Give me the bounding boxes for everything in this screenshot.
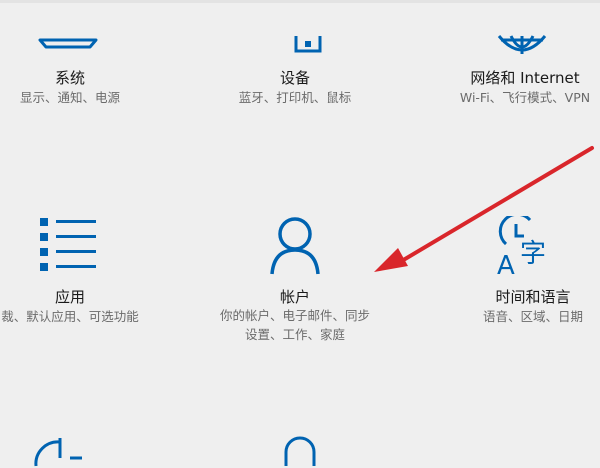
apps-list-icon — [38, 216, 98, 272]
svg-text:A: A — [497, 251, 515, 278]
keyboard-device-icon — [293, 34, 323, 54]
tile-apps[interactable]: 应用 裁、默认应用、可选功能 — [0, 210, 160, 324]
tile-accounts[interactable]: 帐户 你的帐户、电子邮件、同步 设置、工作、家庭 — [200, 210, 390, 350]
tile-description: 显示、通知、电源 — [19, 90, 120, 105]
tile-title: 网络和 Internet — [470, 69, 580, 87]
tile-description: Wi-Fi、飞行模式、VPN — [459, 90, 591, 105]
tile-title: 帐户 — [279, 288, 310, 306]
settings-home: 系统 显示、通知、电源 设备 蓝牙、打印机、鼠标 网络和 Internet Wi… — [0, 0, 600, 467]
tile-update-security[interactable] — [20, 430, 100, 467]
tile-network[interactable]: 网络和 Internet Wi-Fi、飞行模式、VPN — [440, 20, 600, 115]
tile-title: 应用 — [54, 288, 85, 306]
tile-title: 时间和语言 — [495, 288, 571, 306]
tile-title: 设备 — [279, 69, 310, 87]
globe-icon — [495, 28, 549, 56]
tile-devices[interactable]: 设备 蓝牙、打印机、鼠标 — [215, 20, 375, 115]
tile-time-language[interactable]: A 字 时间和语言 语音、区域、日期 — [448, 210, 600, 324]
tile-system[interactable]: 系统 显示、通知、电源 — [0, 20, 150, 115]
svg-text:字: 字 — [520, 239, 546, 269]
lock-icon — [280, 436, 320, 468]
tile-description: 语音、区域、日期 — [482, 309, 583, 324]
top-edge — [0, 0, 600, 3]
tile-description: 蓝牙、打印机、鼠标 — [238, 90, 352, 105]
tile-privacy[interactable] — [265, 430, 335, 466]
tile-title: 系统 — [54, 69, 85, 87]
tile-description-line1: 你的帐户、电子邮件、同步 — [219, 308, 370, 323]
update-sync-icon — [30, 436, 90, 468]
person-icon — [268, 216, 322, 276]
tile-description: 裁、默认应用、可选功能 — [1, 309, 139, 324]
laptop-icon — [38, 34, 98, 52]
tile-description-line2: 设置、工作、家庭 — [244, 327, 345, 342]
clock-language-icon: A 字 — [496, 216, 560, 278]
